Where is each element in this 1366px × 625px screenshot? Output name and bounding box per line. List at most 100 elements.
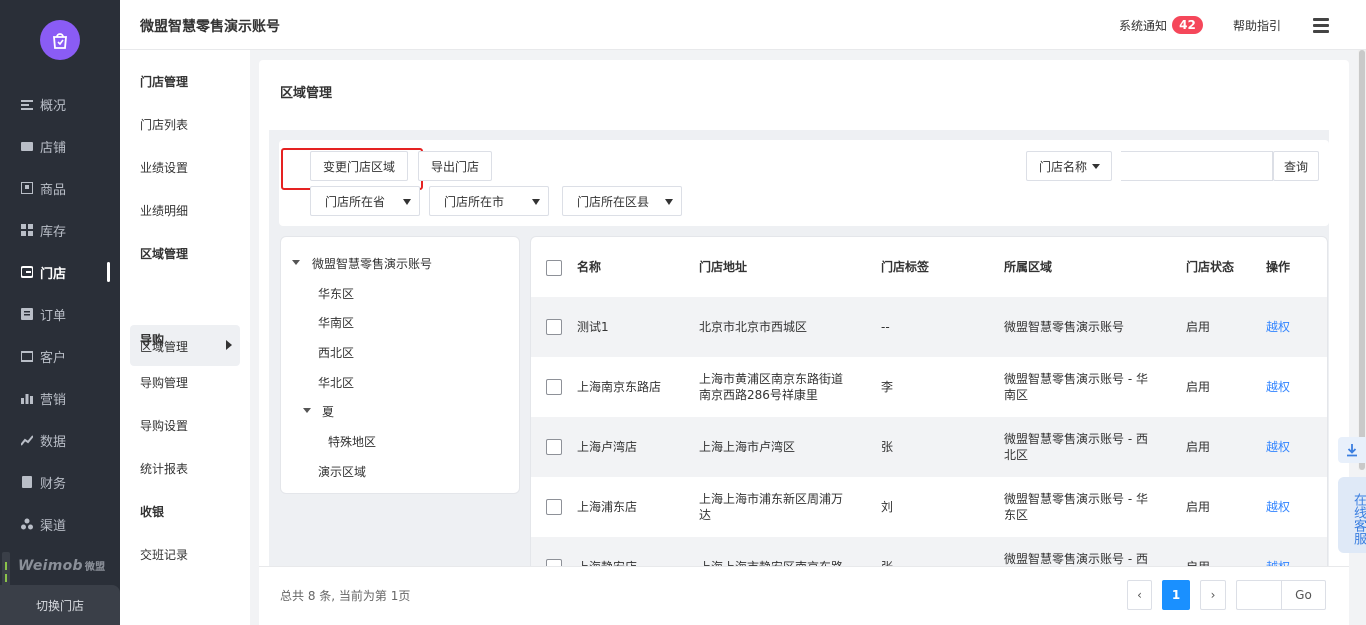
prev-page-button[interactable]: ‹	[1127, 580, 1152, 610]
tree-node-root[interactable]: 微盟智慧零售演示账号	[312, 255, 432, 272]
account-title: 微盟智慧零售演示账号	[140, 19, 280, 35]
row-checkbox[interactable]	[546, 439, 562, 455]
row-checkbox[interactable]	[546, 379, 562, 395]
go-button[interactable]: Go	[1281, 580, 1326, 610]
column-header-actions: 操作	[1266, 260, 1291, 274]
current-page-button[interactable]: 1	[1162, 580, 1190, 610]
finance-icon	[20, 475, 34, 489]
nav-item-label: 门店	[40, 266, 67, 282]
table-row: 上海卢湾店 上海上海市卢湾区 张 微盟智慧零售演示账号 - 西北区 启用 越权	[531, 417, 1327, 477]
subnav-item-performance-details[interactable]: 业绩明细	[140, 202, 188, 219]
subnav-group-region-management: 区域管理	[140, 247, 189, 261]
search-input[interactable]	[1121, 151, 1273, 181]
shopping-bag-icon	[53, 33, 67, 49]
subnav-item-performance-settings[interactable]: 业绩设置	[140, 159, 188, 176]
store-name: 上海卢湾店	[577, 440, 638, 454]
province-select[interactable]: 门店所在省	[310, 186, 420, 216]
store-address: 上海市黄浦区南京东路街道 南京西路286号祥康里	[699, 372, 844, 402]
subnav-item-store-list[interactable]: 门店列表	[140, 116, 188, 133]
caret-down-icon	[532, 199, 540, 205]
switch-store-button[interactable]: 切换门店	[0, 585, 120, 625]
select-all-checkbox[interactable]	[546, 260, 562, 276]
store-tag: --	[881, 320, 890, 334]
help-guide-link[interactable]: 帮助指引	[1233, 17, 1281, 34]
online-customer-service-button[interactable]: 在线客服	[1338, 477, 1366, 553]
tree-node-northwest[interactable]: 西北区	[318, 344, 354, 361]
nav-item-data[interactable]: 数据	[0, 419, 120, 461]
city-select-label: 门店所在市	[444, 194, 505, 209]
download-icon	[1347, 444, 1357, 457]
next-page-button[interactable]: ›	[1200, 580, 1226, 610]
action-link[interactable]: 越权	[1266, 319, 1290, 335]
caret-down-icon	[665, 199, 673, 205]
tree-node-special-area[interactable]: 特殊地区	[328, 433, 376, 450]
nav-item-channel[interactable]: 渠道	[0, 503, 120, 545]
nav-item-overview[interactable]: 概况	[0, 83, 120, 125]
caret-down-icon	[1092, 163, 1101, 169]
nav-item-stock[interactable]: 库存	[0, 209, 120, 251]
export-stores-button[interactable]: 导出门店	[418, 151, 492, 181]
goods-icon	[20, 181, 34, 195]
nav-item-goods[interactable]: 商品	[0, 167, 120, 209]
nav-item-marketing[interactable]: 营销	[0, 377, 120, 419]
nav-item-finance[interactable]: 财务	[0, 461, 120, 503]
table-row: 上海南京东路店 上海市黄浦区南京东路街道 南京西路286号祥康里 李 微盟智慧零售…	[531, 357, 1327, 417]
tree-node-xia[interactable]: 夏	[322, 403, 334, 420]
table-row: 上海浦东店 上海上海市浦东新区周浦万达 刘 微盟智慧零售演示账号 - 华东区 启…	[531, 477, 1327, 537]
nav-item-order[interactable]: 订单	[0, 293, 120, 335]
search-type-dropdown[interactable]: 门店名称	[1026, 151, 1112, 181]
store-region: 微盟智慧零售演示账号 - 西北区	[1004, 432, 1148, 462]
system-notice-link[interactable]: 系统通知	[1119, 17, 1167, 34]
order-icon	[20, 307, 34, 321]
tree-node-north[interactable]: 华北区	[318, 374, 354, 391]
subnav-item-shift-records[interactable]: 交班记录	[140, 546, 188, 563]
action-link[interactable]: 越权	[1266, 439, 1290, 455]
page-scrollbar[interactable]	[1358, 50, 1366, 470]
nav-item-label: 商品	[40, 182, 67, 198]
download-float-button[interactable]	[1338, 437, 1366, 463]
nav-item-customer[interactable]: 客户	[0, 335, 120, 377]
tree-node-south[interactable]: 华南区	[318, 314, 354, 331]
store-address: 上海上海市卢湾区	[699, 440, 796, 454]
nav-item-label: 数据	[40, 434, 67, 450]
notice-count-badge[interactable]: 42	[1172, 16, 1203, 34]
action-link[interactable]: 越权	[1266, 379, 1290, 395]
subnav-item-guide-settings[interactable]: 导购设置	[140, 417, 188, 434]
store-status: 启用	[1186, 440, 1211, 454]
tree-node-demo-area[interactable]: 演示区域	[318, 463, 366, 480]
action-link[interactable]: 越权	[1266, 499, 1290, 515]
subnav-item-statistics-report[interactable]: 统计报表	[140, 460, 188, 477]
caret-down-icon[interactable]	[303, 408, 311, 413]
nav-item-label: 客户	[40, 350, 67, 366]
stock-icon	[20, 223, 34, 237]
region-tree: 微盟智慧零售演示账号 华东区 华南区 西北区 华北区 夏 特殊地区 演示区域	[280, 236, 520, 494]
store-region: 微盟智慧零售演示账号	[1004, 320, 1125, 334]
secondary-sidebar: 门店管理 门店列表 业绩设置 业绩明细 区域管理 区域管理 导购 导购管理 导购…	[120, 50, 250, 625]
row-checkbox[interactable]	[546, 319, 562, 335]
logo[interactable]	[40, 20, 80, 60]
list-icon	[20, 97, 34, 111]
row-checkbox[interactable]	[546, 499, 562, 515]
customer-icon	[20, 349, 34, 363]
caret-down-icon[interactable]	[292, 260, 300, 265]
pagination-footer: 总共 8 条, 当前为第 1页 ‹ 1 › Go	[259, 566, 1349, 625]
column-header-name: 名称	[577, 260, 602, 274]
search-button[interactable]: 查询	[1273, 151, 1319, 181]
column-header-tag: 门店标签	[881, 260, 930, 274]
city-select[interactable]: 门店所在市	[429, 186, 549, 216]
store-icon	[20, 265, 34, 279]
nav-item-shop[interactable]: 店铺	[0, 125, 120, 167]
hamburger-menu-icon[interactable]	[1313, 18, 1329, 34]
store-status: 启用	[1186, 380, 1211, 394]
nav-item-label: 渠道	[40, 518, 67, 534]
channel-icon	[20, 517, 34, 531]
subnav-group-store-management: 门店管理	[140, 75, 189, 89]
district-select[interactable]: 门店所在区县	[562, 186, 682, 216]
column-header-region: 所属区域	[1004, 260, 1053, 274]
tree-node-east[interactable]: 华东区	[318, 285, 354, 302]
nav-item-store[interactable]: 门店	[0, 251, 120, 293]
nav-item-label: 财务	[40, 476, 67, 492]
subnav-item-guide-management[interactable]: 导购管理	[140, 374, 188, 391]
page-jump-input[interactable]	[1236, 580, 1282, 610]
nav-item-label: 营销	[40, 392, 67, 408]
